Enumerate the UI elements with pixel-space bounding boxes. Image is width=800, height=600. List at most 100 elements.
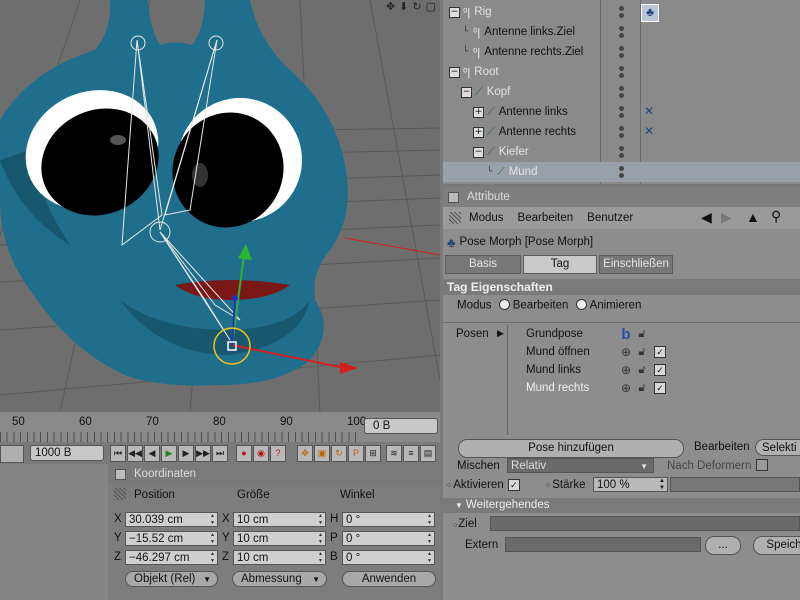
tab-tag[interactable]: Tag	[523, 255, 597, 274]
rotation-field[interactable]: 0 °	[342, 531, 435, 546]
base-pose-icon[interactable]: b	[618, 326, 634, 343]
visibility-dots[interactable]	[619, 46, 624, 58]
tab-einschliessen[interactable]: Einschließen	[599, 255, 673, 274]
render-visibility-dot[interactable]	[619, 153, 624, 158]
render-visibility-dot[interactable]	[619, 133, 624, 138]
autokey-icon[interactable]: ◉	[253, 445, 269, 462]
visibility-dots[interactable]	[619, 146, 624, 158]
next-key-icon[interactable]: ▶▶	[195, 445, 211, 462]
strength-field[interactable]: 100 % ▲ ▼	[593, 477, 668, 492]
up-arrow-icon[interactable]: ▲	[746, 209, 760, 225]
target-icon[interactable]: ⊕	[618, 363, 634, 377]
key-position-icon[interactable]: ✥	[297, 445, 313, 462]
visibility-dots[interactable]	[619, 6, 624, 18]
lock-icon[interactable]: 🔓︎	[634, 363, 650, 377]
editor-visibility-dot[interactable]	[619, 26, 624, 31]
menu-modus[interactable]: Modus	[469, 212, 504, 224]
render-visibility-dot[interactable]	[619, 93, 624, 98]
menu-benutzer[interactable]: Benutzer	[587, 212, 633, 224]
stepper-icon[interactable]: ▲ ▼	[659, 478, 665, 492]
mix-dropdown[interactable]: Relativ ▼	[507, 458, 654, 473]
mode-animate-label[interactable]: Animieren	[590, 300, 642, 312]
size-field[interactable]: 10 cm	[233, 512, 326, 527]
panel-toggle[interactable]	[448, 191, 459, 203]
position-field[interactable]: 30.039 cm	[125, 512, 218, 527]
forward-arrow-icon[interactable]: ▶	[721, 209, 732, 226]
size-field[interactable]: 10 cm	[233, 531, 326, 546]
animate-dot-icon[interactable]: ○	[447, 482, 451, 489]
expand-toggle-icon[interactable]: −	[449, 66, 460, 78]
timeline-icon[interactable]: ≡	[403, 445, 419, 462]
editor-visibility-dot[interactable]	[619, 106, 624, 111]
key-rotation-icon[interactable]: ↻	[331, 445, 347, 462]
object-row[interactable]: + ⟋ Antenne rechts ✕	[443, 122, 800, 142]
mode-edit-label[interactable]: Bearbeiten	[513, 300, 569, 312]
coordinate-mode-dropdown[interactable]: Objekt (Rel) ▼	[125, 571, 218, 587]
edit-selection-dropdown[interactable]: Selekti	[755, 439, 800, 456]
render-visibility-dot[interactable]	[619, 33, 624, 38]
expand-toggle-icon[interactable]: +	[473, 106, 484, 118]
browse-button[interactable]: ...	[705, 536, 741, 555]
render-visibility-dot[interactable]	[619, 53, 624, 58]
editor-visibility-dot[interactable]	[619, 86, 624, 91]
end-frame-field[interactable]: 1000 B	[30, 445, 104, 461]
pose-enabled-checkbox[interactable]: ✓	[654, 382, 666, 394]
apply-button[interactable]: Anwenden	[342, 571, 436, 587]
panel-toggle[interactable]	[115, 468, 126, 480]
render-visibility-dot[interactable]	[619, 73, 624, 78]
render-visibility-dot[interactable]	[619, 13, 624, 18]
key-scale-icon[interactable]: ▣	[314, 445, 330, 462]
expand-toggle-icon[interactable]: +	[473, 126, 484, 138]
rotate-icon[interactable]: ↻	[412, 0, 421, 14]
target-icon[interactable]: ⊕	[618, 345, 634, 359]
expand-toggle-icon[interactable]: −	[461, 86, 472, 98]
render-visibility-dot[interactable]	[619, 173, 624, 178]
position-field[interactable]: −46.297 cm	[125, 550, 218, 565]
editor-visibility-dot[interactable]	[619, 46, 624, 51]
pose-row[interactable]: Mund rechts ⊕ 🔓︎ ✓	[526, 379, 666, 397]
save-button[interactable]: Speich	[753, 536, 800, 555]
animate-dot-icon[interactable]: ○	[453, 522, 457, 529]
animate-dot-icon[interactable]: ○	[546, 482, 550, 489]
position-field[interactable]: −15.52 cm	[125, 531, 218, 546]
pose-row[interactable]: Mund öffnen ⊕ 🔓︎ ✓	[526, 343, 666, 361]
editor-visibility-dot[interactable]	[619, 6, 624, 11]
object-row[interactable]: └ ⁰| Antenne rechts.Ziel	[443, 42, 800, 62]
pose-enabled-checkbox[interactable]: ✓	[654, 346, 666, 358]
object-row[interactable]: └ ⁰| Antenne links.Ziel	[443, 22, 800, 42]
after-deformers-checkbox[interactable]	[756, 459, 768, 471]
lock-icon[interactable]: 🔓︎	[634, 381, 650, 395]
mode-edit-radio[interactable]	[498, 299, 510, 310]
size-mode-dropdown[interactable]: Abmessung ▼	[232, 571, 327, 587]
visibility-dots[interactable]	[619, 86, 624, 98]
start-frame-field[interactable]	[0, 445, 24, 463]
ik-tag-icon[interactable]: ✕	[641, 124, 657, 140]
rotation-field[interactable]: 0 °	[342, 512, 435, 527]
expand-toggle-icon[interactable]: −	[473, 146, 484, 158]
visibility-dots[interactable]	[619, 106, 624, 118]
next-frame-icon[interactable]: ▶	[178, 445, 194, 462]
dopesheet-icon[interactable]: ▤	[420, 445, 436, 462]
object-row[interactable]: − ⟋ Kiefer	[443, 142, 800, 162]
poses-expand-icon[interactable]: ▶	[497, 328, 504, 339]
3d-viewport[interactable]: ✥ ⬇ ↻ ▢	[0, 0, 440, 412]
visibility-dots[interactable]	[619, 126, 624, 138]
size-field[interactable]: 10 cm	[233, 550, 326, 565]
pose-row[interactable]: Grundpose b 🔓︎	[526, 325, 650, 343]
goto-end-icon[interactable]: ⏭	[212, 445, 228, 462]
timeline-ruler[interactable]: 50 60 70 80 90 100 0 B	[0, 412, 440, 442]
pose-morph-tag-icon[interactable]: ♣	[641, 4, 659, 22]
object-row[interactable]: − ⁰| Rig ♣	[443, 2, 800, 22]
extern-path-field[interactable]	[505, 537, 701, 552]
prev-frame-icon[interactable]: ◀	[144, 445, 160, 462]
key-pla-icon[interactable]: ⊞	[365, 445, 381, 462]
editor-visibility-dot[interactable]	[619, 146, 624, 151]
maximize-icon[interactable]: ▢	[426, 0, 436, 14]
keyframe-selection-icon[interactable]: ?	[270, 445, 286, 462]
visibility-dots[interactable]	[619, 166, 624, 178]
rotation-field[interactable]: 0 °	[342, 550, 435, 565]
lock-icon[interactable]: 🔓︎	[634, 345, 650, 359]
editor-visibility-dot[interactable]	[619, 166, 624, 171]
strength-slider[interactable]	[670, 477, 800, 492]
arrow-down-icon[interactable]: ⬇	[399, 0, 408, 14]
